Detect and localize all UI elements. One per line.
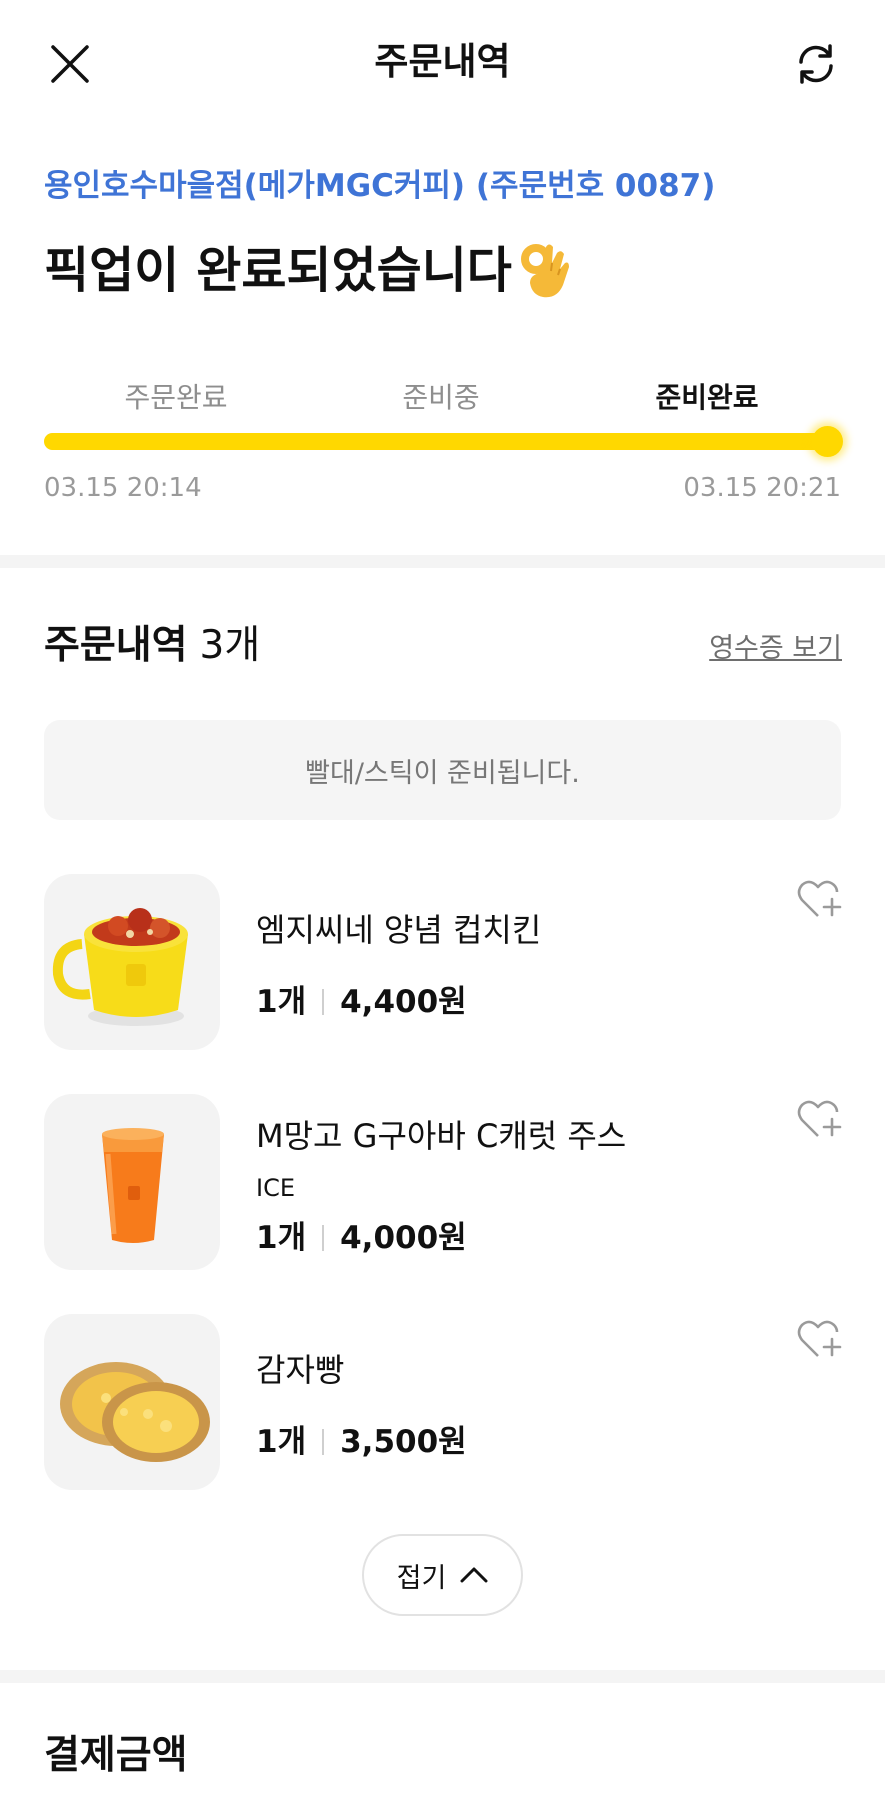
add-favorite-button[interactable] bbox=[794, 874, 844, 924]
straw-notice-text: 빨대/스틱이 준비됩니다. bbox=[305, 757, 580, 789]
item-name: 엠지씨네 양념 컵치킨 bbox=[256, 911, 542, 949]
potato-bread-image bbox=[44, 1314, 220, 1490]
status-text: 픽업이 완료되었습니다 bbox=[44, 242, 512, 299]
heart-plus-icon bbox=[797, 1100, 842, 1137]
mango-juice-image bbox=[44, 1094, 220, 1270]
price-separator bbox=[322, 989, 325, 1015]
item-name: 감자빵 bbox=[256, 1351, 345, 1389]
heart-plus-icon bbox=[797, 880, 842, 917]
order-section-label: 주문내역 bbox=[44, 623, 188, 668]
price-separator bbox=[322, 1225, 325, 1251]
item-price-row: 1개 3,500원 bbox=[256, 1420, 467, 1464]
collapse-button[interactable]: 접기 bbox=[362, 1534, 523, 1616]
item-quantity: 1개 bbox=[256, 984, 307, 1020]
top-bar: 주문내역 bbox=[0, 0, 885, 125]
step-order-complete: 주문완료 bbox=[124, 381, 228, 414]
progress-fill bbox=[44, 433, 828, 450]
item-name: M망고 G구아바 C캐럿 주스 bbox=[256, 1117, 627, 1155]
add-favorite-button[interactable] bbox=[794, 1094, 844, 1144]
collapse-label: 접기 bbox=[396, 1562, 447, 1594]
order-ready-time: 03.15 20:21 bbox=[683, 473, 841, 503]
status-title: 픽업이 완료되었습니다 bbox=[44, 236, 572, 306]
store-order-number: 용인호수마을점(메가MGC커피) (주문번호 0087) bbox=[44, 168, 716, 204]
refresh-icon bbox=[799, 44, 833, 84]
section-divider bbox=[0, 1670, 885, 1683]
add-favorite-button[interactable] bbox=[794, 1314, 844, 1364]
item-price-row: 1개 4,400원 bbox=[256, 980, 467, 1024]
payment-section-title: 결제금액 bbox=[44, 1733, 188, 1778]
straw-notice: 빨대/스틱이 준비됩니다. bbox=[44, 720, 841, 820]
step-ready: 준비완료 bbox=[655, 381, 759, 414]
item-price-row: 1개 4,000원 bbox=[256, 1216, 467, 1260]
ok-hand-emoji-icon bbox=[520, 244, 569, 298]
price-separator bbox=[322, 1429, 325, 1455]
cup-chicken-image bbox=[44, 874, 220, 1050]
order-start-time: 03.15 20:14 bbox=[44, 473, 202, 503]
progress-indicator-dot bbox=[812, 426, 843, 457]
order-section-title: 주문내역 3개 bbox=[44, 618, 260, 674]
section-divider bbox=[0, 555, 885, 568]
refresh-button[interactable] bbox=[788, 36, 844, 92]
item-quantity: 1개 bbox=[256, 1424, 307, 1460]
page-title: 주문내역 bbox=[374, 40, 511, 83]
order-item-count: 3개 bbox=[199, 623, 261, 668]
progress-track bbox=[44, 433, 828, 450]
item-price: 4,000원 bbox=[340, 1220, 467, 1256]
item-price: 3,500원 bbox=[340, 1424, 467, 1460]
item-quantity: 1개 bbox=[256, 1220, 307, 1256]
view-receipt-link[interactable]: 영수증 보기 bbox=[708, 630, 842, 668]
order-item: M망고 G구아바 C캐럿 주스 ICE 1개 4,000원 bbox=[0, 1094, 885, 1274]
chevron-up-icon bbox=[460, 1567, 488, 1583]
step-preparing: 준비중 bbox=[402, 381, 480, 414]
item-option: ICE bbox=[256, 1174, 295, 1202]
order-item: 감자빵 1개 3,500원 bbox=[0, 1314, 885, 1494]
order-item: 엠지씨네 양념 컵치킨 1개 4,400원 bbox=[0, 874, 885, 1054]
item-price: 4,400원 bbox=[340, 984, 467, 1020]
heart-plus-icon bbox=[797, 1320, 842, 1357]
